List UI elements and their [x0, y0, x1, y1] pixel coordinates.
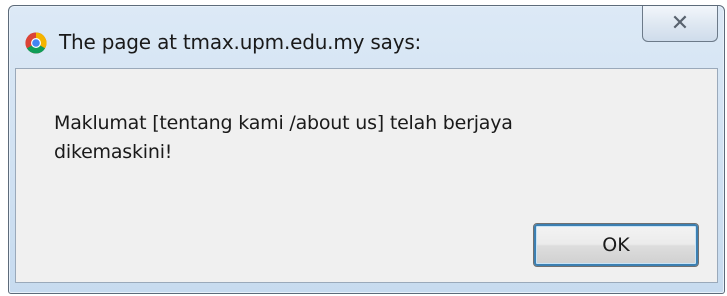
dialog-content: Maklumat [tentang kami /about us] telah … [15, 68, 718, 283]
close-icon: ✕ [670, 10, 690, 36]
close-button[interactable]: ✕ [642, 6, 718, 42]
dialog-titlebar: The page at tmax.upm.edu.my says: ✕ [9, 6, 724, 68]
ok-button[interactable]: OK [533, 223, 699, 267]
chrome-icon [25, 32, 47, 54]
dialog-title: The page at tmax.upm.edu.my says: [59, 30, 422, 54]
alert-dialog: The page at tmax.upm.edu.my says: ✕ Makl… [8, 5, 725, 294]
dialog-message: Maklumat [tentang kami /about us] telah … [54, 112, 513, 163]
